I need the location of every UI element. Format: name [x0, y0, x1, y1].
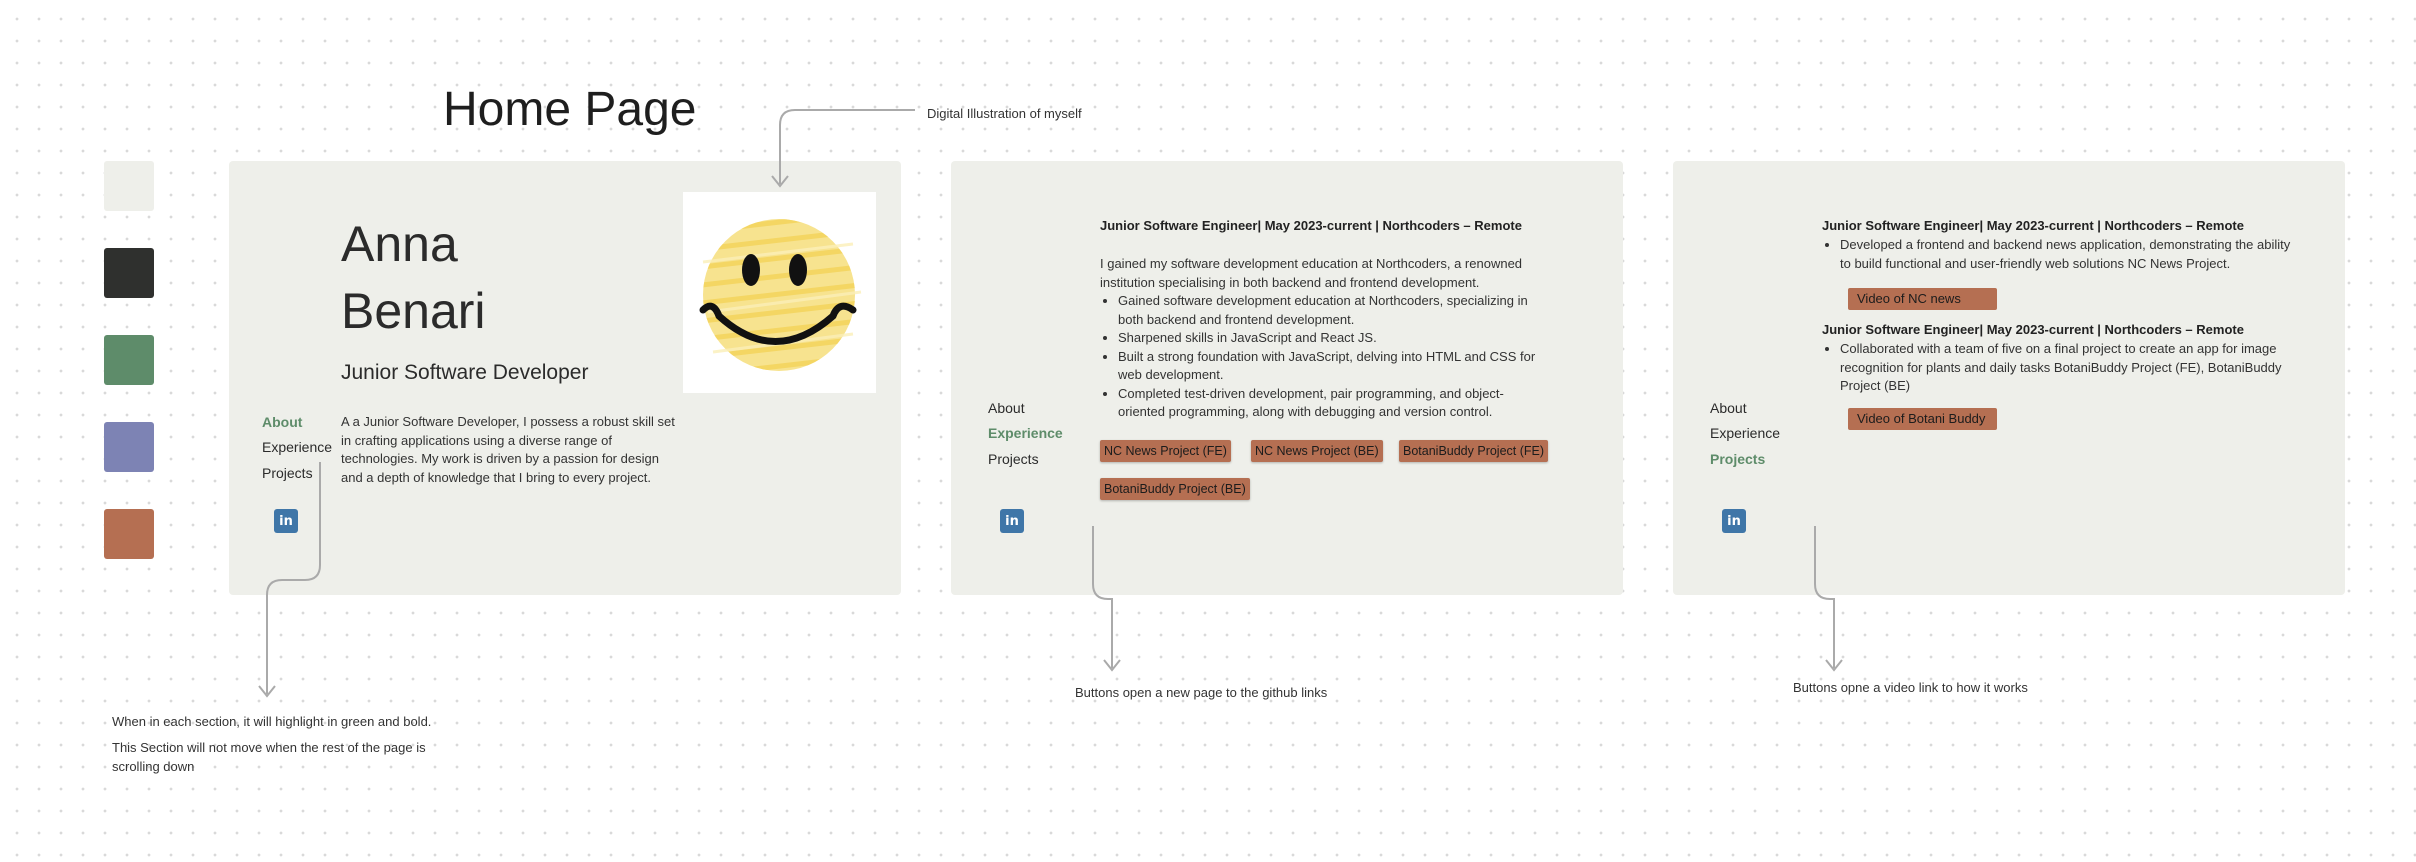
illustration-annotation: Digital Illustration of myself — [927, 106, 1082, 121]
nav-highlight-annotation: When in each section, it will highlight … — [112, 714, 432, 729]
nav-fixed-annotation: This Section will not move when the rest… — [112, 740, 426, 774]
video-buttons-annotation: Buttons opne a video link to how it work… — [1793, 680, 2028, 695]
annotation-connectors — [258, 109, 1843, 698]
github-buttons-annotation: Buttons open a new page to the github li… — [1075, 685, 1328, 700]
